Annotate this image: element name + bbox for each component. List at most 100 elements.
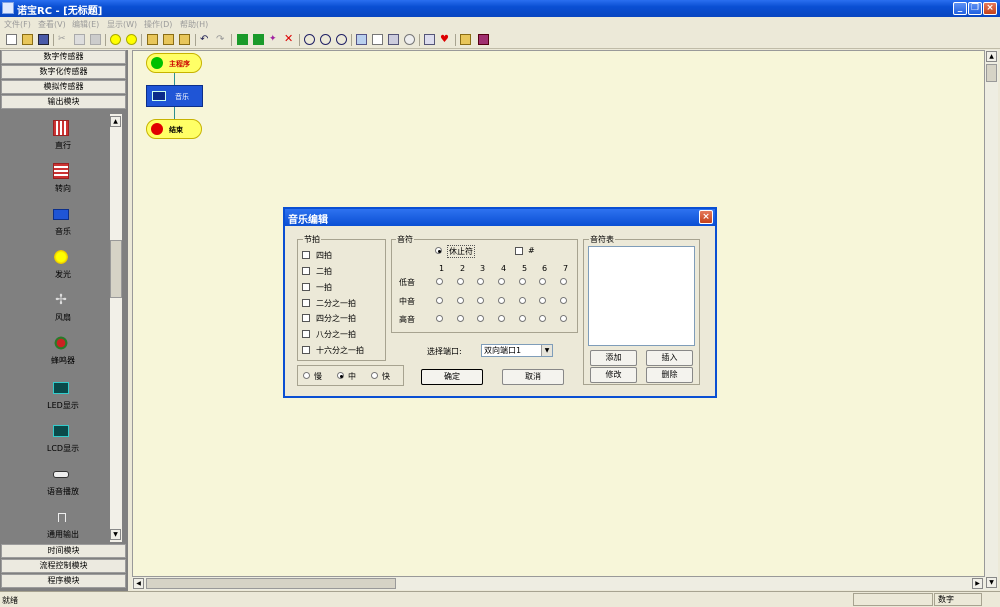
magic-icon[interactable]: ✦ [269, 34, 280, 45]
menu-view[interactable]: 查看(V) [38, 19, 66, 30]
zoom-in-plus-icon[interactable] [110, 34, 121, 45]
flow-end-node[interactable]: 结束 [146, 119, 202, 139]
document-icon[interactable] [372, 34, 383, 45]
menu-operate[interactable]: 操作(D) [144, 19, 172, 30]
category-time-module[interactable]: 时间模块 [1, 544, 126, 558]
scroll-up-button[interactable]: ▲ [110, 116, 121, 127]
cancel-button[interactable]: 取消 [502, 369, 564, 385]
note-radio[interactable] [498, 278, 505, 285]
delete-button[interactable]: 删除 [646, 367, 693, 383]
zoom-out-icon[interactable] [304, 34, 315, 45]
note-radio[interactable] [436, 315, 443, 322]
delete-icon[interactable]: ✕ [284, 33, 295, 45]
beat-checkbox[interactable] [302, 283, 310, 291]
note-radio[interactable] [457, 297, 464, 304]
ok-button[interactable]: 确定 [421, 369, 483, 385]
palette-item-general-output[interactable]: 通用输出 [0, 509, 110, 549]
scroll-up-button[interactable]: ▲ [986, 51, 997, 62]
save-icon[interactable] [38, 34, 49, 45]
note-radio[interactable] [436, 278, 443, 285]
comment-icon[interactable] [404, 34, 415, 45]
palette-scrollbar[interactable]: ▲ ▼ [110, 114, 122, 542]
close-button[interactable]: × [983, 2, 997, 15]
sharp-checkbox[interactable] [515, 247, 523, 255]
note-table-list[interactable] [588, 246, 695, 346]
folder-delete-icon[interactable] [163, 34, 174, 45]
zoom-out-minus-icon[interactable] [126, 34, 137, 45]
beat-checkbox[interactable] [302, 346, 310, 354]
speed-fast-radio[interactable] [371, 372, 378, 379]
note-radio[interactable] [457, 315, 464, 322]
note-radio[interactable] [498, 315, 505, 322]
zoom-in-icon[interactable] [320, 34, 331, 45]
menu-edit[interactable]: 编辑(E) [72, 19, 99, 30]
copy-icon[interactable] [74, 34, 85, 45]
palette-item-forward[interactable]: 直行 [0, 120, 110, 160]
install-icon[interactable] [460, 34, 471, 45]
menu-file[interactable]: 文件(F) [4, 19, 31, 30]
dialog-close-button[interactable]: × [699, 210, 713, 224]
note-radio[interactable] [539, 297, 546, 304]
zoom-fit-icon[interactable] [336, 34, 347, 45]
note-radio[interactable] [477, 297, 484, 304]
beat-checkbox[interactable] [302, 299, 310, 307]
move-down-icon[interactable] [237, 34, 248, 45]
scroll-right-button[interactable]: ▶ [972, 578, 983, 589]
category-analog-sensor[interactable]: 模拟传感器 [1, 80, 126, 94]
note-radio[interactable] [477, 315, 484, 322]
palette-item-led-display[interactable]: LED显示 [0, 380, 110, 420]
note-radio[interactable] [560, 315, 567, 322]
palette-item-light[interactable]: 发光 [0, 249, 110, 289]
redo-icon[interactable]: ↷ [216, 34, 227, 45]
note-radio[interactable] [519, 315, 526, 322]
flow-start-node[interactable]: 主程序 [146, 53, 202, 73]
undo-icon[interactable]: ↶ [200, 34, 211, 45]
beat-checkbox[interactable] [302, 330, 310, 338]
restore-button[interactable]: ❐ [968, 2, 982, 15]
scroll-thumb[interactable] [146, 578, 396, 589]
palette-item-turn[interactable]: 转向 [0, 163, 110, 203]
minimize-button[interactable]: _ [953, 2, 967, 15]
note-radio[interactable] [477, 278, 484, 285]
scroll-thumb[interactable] [110, 240, 122, 298]
heart-icon[interactable]: ♥ [440, 34, 451, 45]
scroll-down-button[interactable]: ▼ [986, 577, 997, 588]
category-digital-sensor[interactable]: 数字传感器 [1, 50, 126, 64]
palette-item-fan[interactable]: ✢ 风扇 [0, 292, 110, 332]
note-radio[interactable] [519, 278, 526, 285]
palette-item-music[interactable]: 音乐 [0, 206, 110, 246]
modify-button[interactable]: 修改 [590, 367, 637, 383]
note-radio[interactable] [498, 297, 505, 304]
rest-radio[interactable] [435, 247, 442, 254]
insert-button[interactable]: 插入 [646, 350, 693, 366]
beat-checkbox[interactable] [302, 267, 310, 275]
note-radio[interactable] [560, 278, 567, 285]
menu-help[interactable]: 帮助(H) [180, 19, 208, 30]
speed-slow-radio[interactable] [303, 372, 310, 379]
menu-display[interactable]: 显示(W) [107, 19, 137, 30]
note-radio[interactable] [560, 297, 567, 304]
palette-item-voice-play[interactable]: 语音播放 [0, 466, 110, 506]
canvas-horizontal-scrollbar[interactable]: ◀ ▶ [132, 577, 985, 590]
category-flow-control[interactable]: 流程控制模块 [1, 559, 126, 573]
download-icon[interactable] [424, 34, 435, 45]
category-digitized-sensor[interactable]: 数字化传感器 [1, 65, 126, 79]
palette-item-buzzer[interactable]: 蜂鸣器 [0, 335, 110, 375]
beat-checkbox[interactable] [302, 251, 310, 259]
open-folder-icon[interactable] [22, 34, 33, 45]
category-output-module[interactable]: 输出模块 [1, 95, 126, 109]
port-select[interactable]: 双向端口1 ▼ [481, 344, 553, 357]
note-radio[interactable] [436, 297, 443, 304]
note-radio[interactable] [519, 297, 526, 304]
note-radio[interactable] [457, 278, 464, 285]
add-button[interactable]: 添加 [590, 350, 637, 366]
paste-icon[interactable] [90, 34, 101, 45]
scroll-down-button[interactable]: ▼ [110, 529, 121, 540]
sync-icon[interactable] [356, 34, 367, 45]
palette-item-lcd-display[interactable]: LCD显示 [0, 423, 110, 463]
chevron-down-icon[interactable]: ▼ [541, 345, 552, 356]
flow-music-node[interactable]: 音乐 [146, 85, 203, 107]
category-program-module[interactable]: 程序模块 [1, 574, 126, 588]
help-book-icon[interactable] [478, 34, 489, 45]
scroll-left-button[interactable]: ◀ [133, 578, 144, 589]
